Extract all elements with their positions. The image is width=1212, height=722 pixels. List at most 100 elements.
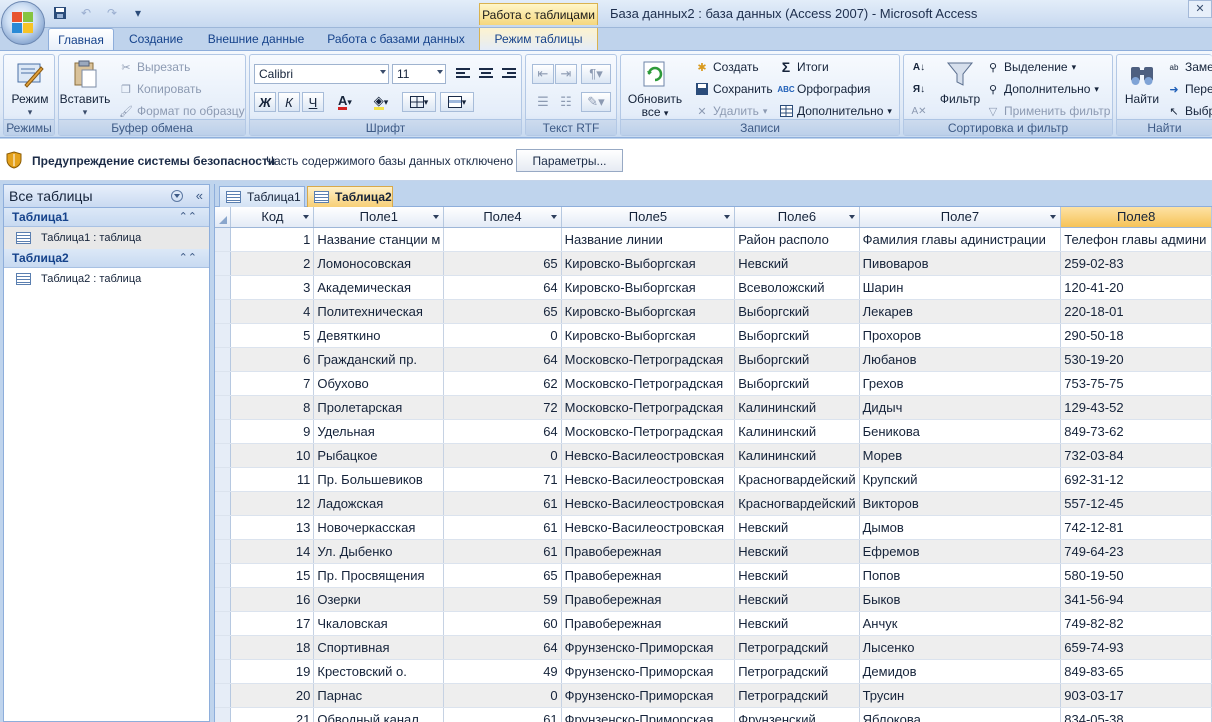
text-direction-button[interactable]: ¶▾ <box>581 64 611 84</box>
record-selector[interactable] <box>215 371 232 396</box>
doc-tab-table1[interactable]: Таблица1 <box>219 186 305 207</box>
table-cell[interactable]: 15 <box>230 563 315 588</box>
table-cell[interactable]: Парнас <box>313 683 445 708</box>
table-cell[interactable]: Название линии <box>561 227 736 252</box>
table-row[interactable]: 17 Чкаловская 60 Правобережная Невский Анчук 7… <box>215 611 1212 636</box>
goto-button[interactable]: ➜ Пере <box>1167 80 1212 98</box>
table-cell[interactable]: 21 <box>230 707 315 722</box>
record-selector[interactable] <box>215 683 232 708</box>
table-cell[interactable]: 259-02-83 <box>1060 251 1212 276</box>
selection-button[interactable]: ⚲ Выделение ▾ <box>986 58 1076 76</box>
record-selector[interactable] <box>215 275 232 300</box>
nav-pane-header[interactable]: Все таблицы « <box>4 185 209 208</box>
table-cell[interactable]: 1 <box>230 227 315 252</box>
column-filter-chevron-icon[interactable] <box>550 215 557 219</box>
table-cell[interactable]: Невский <box>734 587 860 612</box>
table-cell[interactable]: 10 <box>230 443 315 468</box>
font-color-button[interactable]: A ▾ <box>330 92 360 112</box>
table-cell[interactable]: 64 <box>443 275 562 300</box>
table-cell[interactable]: Правобережная <box>561 539 736 564</box>
table-row[interactable]: 10 Рыбацкое 0 Невско-Василеостровская Калини… <box>215 443 1212 468</box>
table-cell[interactable]: Академическая <box>313 275 445 300</box>
table-cell[interactable]: 71 <box>443 467 562 492</box>
table-cell[interactable]: Трусин <box>859 683 1062 708</box>
underline-button[interactable]: Ч <box>302 92 324 112</box>
table-row[interactable]: 12 Ладожская 61 Невско-Василеостровская Крас… <box>215 491 1212 516</box>
tab-external-data[interactable]: Внешние данные <box>200 28 312 50</box>
table-cell[interactable]: Калининский <box>734 419 860 444</box>
table-cell[interactable]: 753-75-75 <box>1060 371 1212 396</box>
table-cell[interactable]: 530-19-20 <box>1060 347 1212 372</box>
advanced-filter-button[interactable]: ⚲ Дополнительно ▾ <box>986 80 1099 98</box>
table-cell[interactable]: 903-03-17 <box>1060 683 1212 708</box>
apply-filter-button[interactable]: ▽ Применить фильтр <box>986 102 1111 120</box>
table-cell[interactable]: 849-83-65 <box>1060 659 1212 684</box>
record-selector[interactable] <box>215 227 232 252</box>
table-row[interactable]: 8 Пролетарская 72 Московско-Петроградская Ка… <box>215 395 1212 420</box>
record-selector[interactable] <box>215 323 232 348</box>
format-painter-button[interactable]: 🖌 Формат по образцу <box>119 102 245 120</box>
table-cell[interactable]: 4 <box>230 299 315 324</box>
table-cell[interactable]: Демидов <box>859 659 1062 684</box>
paste-button[interactable]: Вставить ▾ <box>59 57 111 119</box>
column-filter-chevron-icon[interactable] <box>848 215 855 219</box>
table-cell[interactable]: 120-41-20 <box>1060 275 1212 300</box>
cut-button[interactable]: ✂ Вырезать <box>119 58 190 76</box>
spelling-button[interactable]: ABC Орфография <box>777 80 870 98</box>
delete-record-button[interactable]: ✕ Удалить ▾ <box>695 102 767 120</box>
table-cell[interactable]: Пр. Просвящения <box>313 563 445 588</box>
collapse-group-icon[interactable]: ⌃⌃ <box>179 210 197 223</box>
sort-ascending-button[interactable]: A↓ <box>908 57 930 77</box>
record-selector[interactable] <box>215 347 232 372</box>
table-row[interactable]: 19 Крестовский о. 49 Фрунзенско-Приморская П… <box>215 659 1212 684</box>
table-cell[interactable]: 65 <box>443 563 562 588</box>
column-header[interactable]: Код <box>230 207 315 228</box>
column-header[interactable]: Поле7 <box>859 207 1062 228</box>
increase-indent-button[interactable]: ⇥ <box>555 64 577 84</box>
table-cell[interactable]: Чкаловская <box>313 611 445 636</box>
table-cell[interactable]: 13 <box>230 515 315 540</box>
redo-icon[interactable]: ↷ <box>104 5 120 21</box>
table-cell[interactable]: 59 <box>443 587 562 612</box>
table-cell[interactable]: 61 <box>443 707 562 722</box>
table-cell[interactable]: Московско-Петроградская <box>561 419 736 444</box>
tab-create[interactable]: Создание <box>120 28 192 50</box>
table-cell[interactable]: Лекарев <box>859 299 1062 324</box>
table-cell[interactable]: 580-19-50 <box>1060 563 1212 588</box>
table-cell[interactable]: 749-64-23 <box>1060 539 1212 564</box>
table-cell[interactable]: 65 <box>443 251 562 276</box>
table-cell[interactable]: 16 <box>230 587 315 612</box>
table-cell[interactable]: Анчук <box>859 611 1062 636</box>
align-left-button[interactable] <box>452 64 474 84</box>
table-row[interactable]: 4 Политехническая 65 Кировско-Выборгская Выб… <box>215 299 1212 324</box>
table-cell[interactable]: 220-18-01 <box>1060 299 1212 324</box>
table-cell[interactable]: 49 <box>443 659 562 684</box>
view-button[interactable]: Режим ▾ <box>4 57 56 119</box>
table-row[interactable]: 15 Пр. Просвящения 65 Правобережная Невский П… <box>215 563 1212 588</box>
table-cell[interactable]: Невско-Василеостровская <box>561 491 736 516</box>
table-cell[interactable]: 6 <box>230 347 315 372</box>
table-cell[interactable]: Озерки <box>313 587 445 612</box>
numbered-list-button[interactable]: ☰ <box>532 92 554 112</box>
table-cell[interactable]: Любанов <box>859 347 1062 372</box>
table-cell[interactable]: 659-74-93 <box>1060 635 1212 660</box>
save-record-button[interactable]: Сохранить <box>695 80 773 98</box>
column-filter-chevron-icon[interactable] <box>1050 215 1057 219</box>
table-cell[interactable]: Шарин <box>859 275 1062 300</box>
table-cell[interactable]: Ефремов <box>859 539 1062 564</box>
table-cell[interactable]: Невско-Василеостровская <box>561 515 736 540</box>
table-cell[interactable]: 5 <box>230 323 315 348</box>
table-cell[interactable]: Крестовский о. <box>313 659 445 684</box>
column-header[interactable]: Поле4 <box>443 207 562 228</box>
table-cell[interactable]: Правобережная <box>561 611 736 636</box>
table-cell[interactable]: 64 <box>443 347 562 372</box>
table-cell[interactable]: Лысенко <box>859 635 1062 660</box>
totals-button[interactable]: Σ Итоги <box>779 58 829 76</box>
table-cell[interactable]: Телефон главы админи <box>1060 227 1212 252</box>
record-selector[interactable] <box>215 419 232 444</box>
table-cell[interactable]: Ладожская <box>313 491 445 516</box>
table-cell[interactable]: 129-43-52 <box>1060 395 1212 420</box>
table-cell[interactable]: Кировско-Выборгская <box>561 299 736 324</box>
table-cell[interactable]: Московско-Петроградская <box>561 347 736 372</box>
table-cell[interactable]: Название станции м <box>313 227 445 252</box>
